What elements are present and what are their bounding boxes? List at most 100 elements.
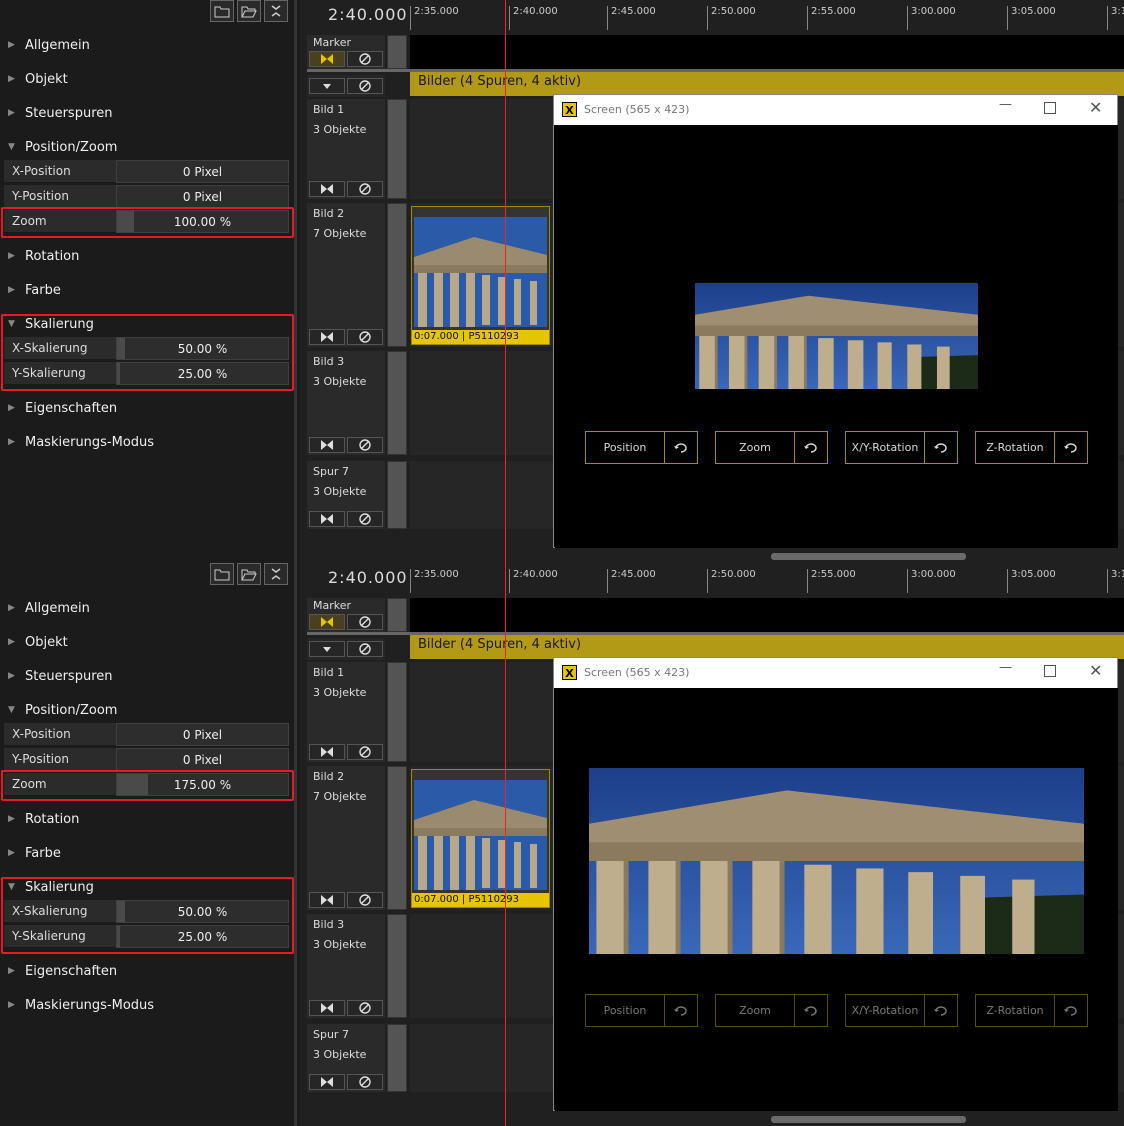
horizontal-scrollbar[interactable]	[771, 553, 966, 560]
maximize-icon[interactable]	[1044, 102, 1056, 114]
maximize-icon[interactable]	[1044, 665, 1056, 677]
section-maskierung[interactable]: ▶ Maskierungs-Modus	[8, 431, 154, 453]
reset-button[interactable]	[795, 432, 827, 463]
image-clip[interactable]: 0:07.000 | P5110293	[411, 769, 550, 908]
track-disable-button[interactable]	[347, 892, 383, 908]
new-folder-button[interactable]	[210, 0, 234, 22]
open-folder-button[interactable]	[237, 0, 261, 22]
marker-lane[interactable]	[410, 35, 1124, 69]
track-disable-button[interactable]	[347, 437, 383, 453]
section-rotation[interactable]: ▶ Rotation	[8, 245, 79, 267]
zoom-overlay-button[interactable]: Zoom	[715, 994, 828, 1027]
close-icon[interactable]: ✕	[1089, 98, 1102, 117]
track-mode-button[interactable]	[309, 1074, 345, 1090]
time-ruler[interactable]: 2:40.000 2:35.000 2:40.000 2:45.000 2:50…	[307, 563, 1124, 595]
horizontal-scrollbar[interactable]	[771, 1116, 966, 1123]
reset-button[interactable]	[1055, 432, 1087, 463]
x-position-field[interactable]: 0 Pixel	[116, 723, 289, 746]
section-eigenschaften[interactable]: ▶ Eigenschaften	[8, 960, 117, 982]
group-disable-button[interactable]	[347, 641, 383, 657]
reset-button[interactable]	[665, 432, 697, 463]
track-bar[interactable]	[387, 914, 407, 1018]
marker-disable-button[interactable]	[347, 51, 383, 67]
xy-rotation-overlay-button[interactable]: X/Y-Rotation	[845, 994, 958, 1027]
track-bar[interactable]	[387, 461, 407, 529]
section-eigenschaften[interactable]: ▶ Eigenschaften	[8, 397, 117, 419]
section-objekt[interactable]: ▶ Objekt	[8, 631, 68, 653]
track-mode-button[interactable]	[309, 744, 345, 760]
track-bar[interactable]	[387, 1024, 407, 1092]
x-position-field[interactable]: 0 Pixel	[116, 160, 289, 183]
track-bar[interactable]	[387, 662, 407, 762]
reset-button[interactable]	[795, 995, 827, 1026]
group-title-bar[interactable]: Bilder (4 Spuren, 4 aktiv)	[410, 635, 1124, 659]
group-disable-button[interactable]	[347, 78, 383, 94]
track-bar[interactable]	[387, 203, 407, 347]
marker-disable-button[interactable]	[347, 614, 383, 630]
track-disable-button[interactable]	[347, 1074, 383, 1090]
y-position-field[interactable]: 0 Pixel	[116, 185, 289, 208]
section-farbe[interactable]: ▶ Farbe	[8, 842, 61, 864]
position-overlay-button[interactable]: Position	[585, 431, 698, 464]
group-dropdown-button[interactable]	[309, 78, 345, 94]
track-mode-button[interactable]	[309, 181, 345, 197]
track-mode-button[interactable]	[309, 329, 345, 345]
image-clip[interactable]: 0:07.000 | P5110293	[411, 206, 550, 345]
collapse-button[interactable]	[264, 563, 288, 585]
track-bar[interactable]	[387, 598, 407, 632]
bowtie-icon	[321, 184, 333, 194]
marker-mode-button[interactable]	[309, 614, 345, 630]
close-icon[interactable]: ✕	[1089, 661, 1102, 680]
group-dropdown-button[interactable]	[309, 641, 345, 657]
section-farbe[interactable]: ▶ Farbe	[8, 279, 61, 301]
collapse-button[interactable]	[264, 0, 288, 22]
disable-icon	[359, 894, 371, 906]
y-position-field[interactable]: 0 Pixel	[116, 748, 289, 771]
track-disable-button[interactable]	[347, 181, 383, 197]
track-mode-button[interactable]	[309, 892, 345, 908]
track-bar[interactable]	[387, 99, 407, 199]
section-label: Rotation	[25, 811, 80, 827]
section-allgemein[interactable]: ▶ Allgemein	[8, 597, 90, 619]
marker-lane[interactable]	[410, 598, 1124, 632]
section-position-zoom[interactable]: ▼ Position/Zoom	[8, 699, 117, 721]
track-disable-button[interactable]	[347, 329, 383, 345]
section-allgemein[interactable]: ▶ Allgemein	[8, 34, 90, 56]
track-disable-button[interactable]	[347, 511, 383, 527]
track-mode-button[interactable]	[309, 1000, 345, 1016]
track-disable-button[interactable]	[347, 1000, 383, 1016]
section-objekt[interactable]: ▶ Objekt	[8, 68, 68, 90]
track-disable-button[interactable]	[347, 744, 383, 760]
new-folder-button[interactable]	[210, 563, 234, 585]
playhead[interactable]	[505, 563, 506, 1126]
minimize-icon[interactable]: —	[999, 97, 1012, 112]
open-folder-button[interactable]	[237, 563, 261, 585]
reset-button[interactable]	[925, 432, 957, 463]
track-mode-button[interactable]	[309, 511, 345, 527]
reset-button[interactable]	[665, 995, 697, 1026]
window-titlebar[interactable]: X Screen (565 x 423) — ✕	[554, 95, 1117, 125]
position-overlay-button[interactable]: Position	[585, 994, 698, 1027]
track-bar[interactable]	[387, 766, 407, 910]
track-bar[interactable]	[387, 351, 407, 455]
marker-mode-button[interactable]	[309, 51, 345, 67]
time-ruler[interactable]: 2:40.000 2:35.000 2:40.000 2:45.000 2:50…	[307, 0, 1124, 32]
xy-rotation-overlay-button[interactable]: X/Y-Rotation	[845, 431, 958, 464]
reset-button[interactable]	[925, 995, 957, 1026]
reset-button[interactable]	[1055, 995, 1087, 1026]
playhead[interactable]	[505, 0, 506, 563]
section-steuerspuren[interactable]: ▶ Steuerspuren	[8, 102, 113, 124]
section-maskierung[interactable]: ▶ Maskierungs-Modus	[8, 994, 154, 1016]
minimize-icon[interactable]: —	[999, 660, 1012, 675]
section-rotation[interactable]: ▶ Rotation	[8, 808, 79, 830]
track-bar[interactable]	[387, 35, 407, 69]
window-titlebar[interactable]: X Screen (565 x 423) — ✕	[554, 658, 1117, 688]
z-rotation-overlay-button[interactable]: Z-Rotation	[975, 994, 1088, 1027]
section-position-zoom[interactable]: ▼ Position/Zoom	[8, 136, 117, 158]
group-title-bar[interactable]: Bilder (4 Spuren, 4 aktiv)	[410, 72, 1124, 96]
zoom-overlay-button[interactable]: Zoom	[715, 431, 828, 464]
z-rotation-overlay-button[interactable]: Z-Rotation	[975, 431, 1088, 464]
chevron-down-icon	[323, 84, 331, 89]
section-steuerspuren[interactable]: ▶ Steuerspuren	[8, 665, 113, 687]
track-mode-button[interactable]	[309, 437, 345, 453]
